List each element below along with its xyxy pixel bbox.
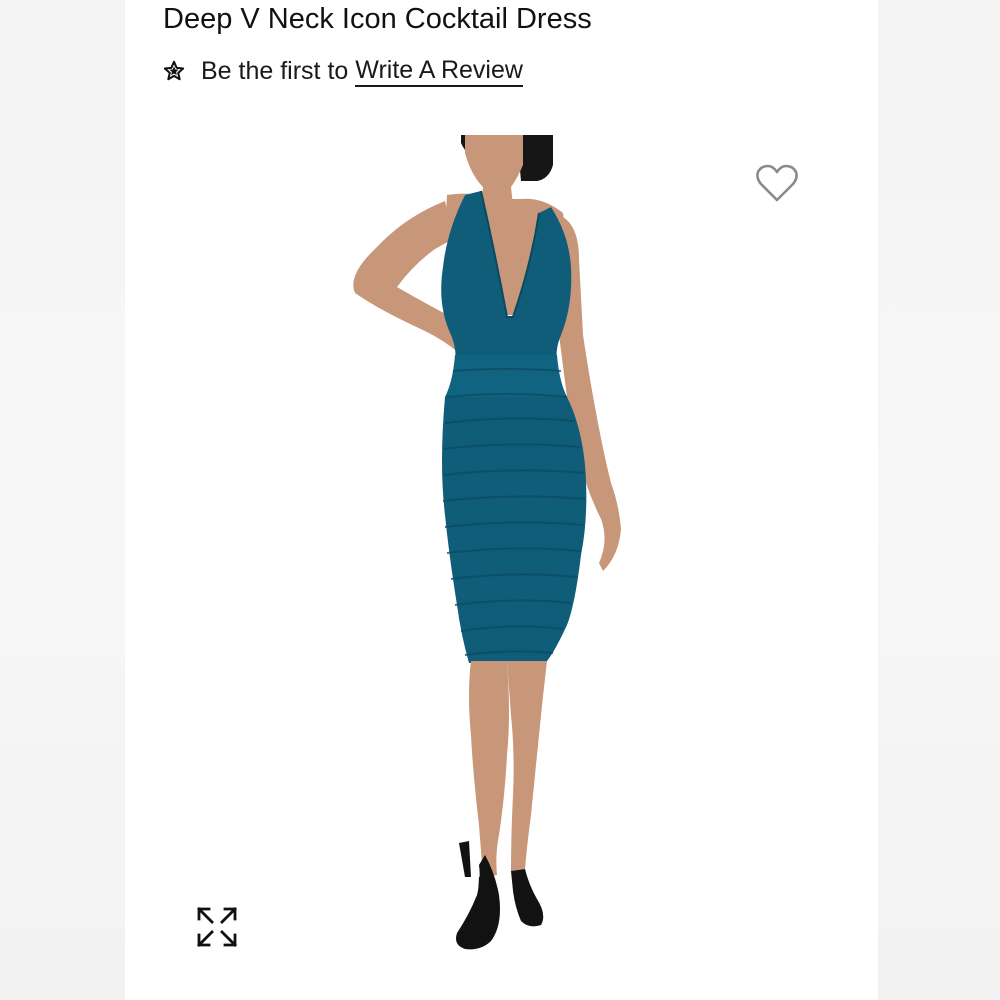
product-panel: Deep V Neck Icon Cocktail Dress Be the f… [125, 0, 878, 1000]
write-review-link[interactable]: Write A Review [355, 56, 523, 87]
product-title: Deep V Neck Icon Cocktail Dress [163, 3, 592, 35]
star-icon [163, 60, 185, 81]
expand-arrows-icon[interactable] [193, 903, 241, 951]
product-image [353, 135, 621, 950]
review-row: Be the first to Write A Review [163, 53, 523, 89]
review-prompt-text: Be the first to [201, 56, 349, 85]
heart-outline-icon[interactable] [753, 160, 801, 208]
right-backdrop [878, 0, 1000, 1000]
left-backdrop [0, 0, 125, 1000]
